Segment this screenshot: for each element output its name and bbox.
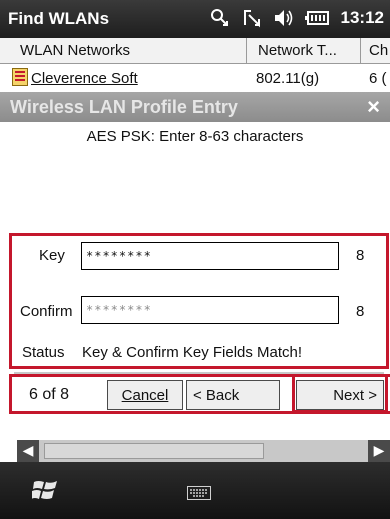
network-icon: [12, 68, 28, 86]
clock[interactable]: 13:12: [341, 8, 384, 28]
confirm-key-input[interactable]: ********: [81, 296, 339, 324]
key-length-count: 8: [356, 247, 365, 264]
app-title: Find WLANs: [8, 9, 110, 28]
scroll-thumb[interactable]: [44, 443, 264, 459]
connectivity-icon[interactable]: [209, 7, 231, 29]
keyboard-icon[interactable]: [187, 486, 211, 500]
network-channel: 6 (: [369, 70, 387, 87]
wlan-list-header: WLAN Networks Network T... Ch: [0, 38, 390, 64]
status-label: Status: [22, 344, 65, 361]
column-divider[interactable]: [246, 38, 247, 64]
network-name: Cleverence Soft: [31, 70, 138, 87]
column-divider[interactable]: [360, 38, 361, 64]
battery-icon[interactable]: [304, 7, 331, 29]
status-icons: 13:12: [209, 7, 384, 29]
column-header-networks[interactable]: WLAN Networks: [20, 42, 130, 59]
confirm-length-count: 8: [356, 303, 365, 320]
confirm-label: Confirm: [20, 303, 73, 320]
key-input[interactable]: ********: [81, 242, 339, 270]
scroll-left-icon[interactable]: ◀: [17, 440, 39, 462]
windows-start-icon[interactable]: [32, 478, 58, 502]
cancel-button[interactable]: Cancel: [107, 380, 183, 410]
network-type: 802.11(g): [256, 70, 320, 87]
status-bar: Find WLANs 13:12: [0, 0, 390, 38]
next-button-highlight: [292, 374, 388, 413]
status-message: Key & Confirm Key Fields Match!: [82, 344, 303, 361]
key-label: Key: [39, 247, 65, 264]
column-header-network-type[interactable]: Network T...: [258, 42, 337, 59]
list-item[interactable]: Cleverence Soft 802.11(g) 6 (: [0, 64, 390, 92]
back-button[interactable]: < Back: [186, 380, 280, 410]
volume-icon[interactable]: [273, 7, 295, 29]
dialog-title-bar: Wireless LAN Profile Entry ×: [0, 92, 390, 122]
key-requirement-hint: AES PSK: Enter 8-63 characters: [86, 128, 304, 145]
column-header-channel[interactable]: Ch: [369, 42, 388, 59]
close-icon[interactable]: ×: [367, 94, 380, 120]
signal-icon[interactable]: [241, 7, 263, 29]
taskbar: [0, 462, 390, 519]
page-indicator: 6 of 8: [29, 386, 70, 403]
horizontal-scrollbar[interactable]: ◀ ▶: [17, 440, 390, 462]
scroll-right-icon[interactable]: ▶: [368, 440, 390, 462]
dialog-title: Wireless LAN Profile Entry: [10, 97, 238, 117]
